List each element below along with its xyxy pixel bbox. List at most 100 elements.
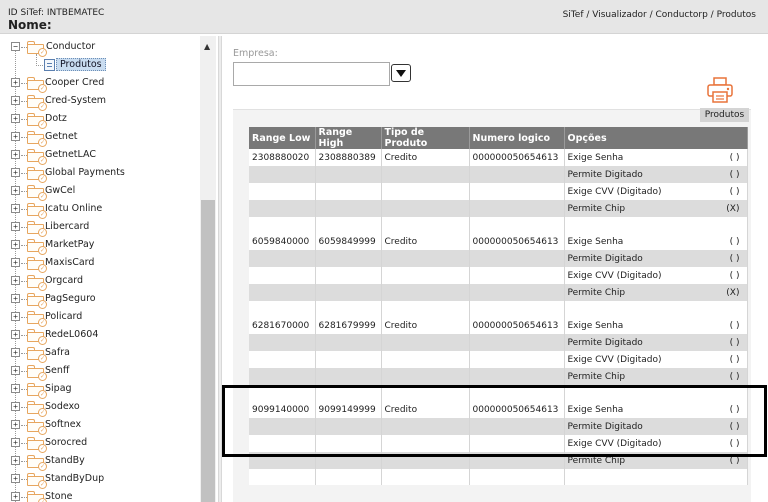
empty-cell: [315, 166, 382, 183]
expand-toggle-standby[interactable]: +: [11, 456, 20, 465]
expand-toggle-icatu-online[interactable]: +: [11, 204, 20, 213]
tree-scrollbar[interactable]: ▲: [200, 36, 216, 502]
range-high-cell: 6059849999: [315, 233, 382, 250]
expand-toggle-getnet[interactable]: +: [11, 132, 20, 141]
tree-item-cooper-cred[interactable]: Cooper Cred: [45, 77, 104, 88]
tree-item-senff[interactable]: Senff: [45, 365, 69, 376]
spacer-cell: [381, 301, 470, 317]
option-flag: ( ): [729, 320, 740, 331]
tree-item-redel0604[interactable]: RedeL0604: [45, 329, 98, 340]
tree-item-libercard[interactable]: Libercard: [45, 221, 89, 232]
conductor-collapse-toggle[interactable]: −: [11, 42, 20, 51]
empty-cell: [249, 200, 316, 217]
empty-cell: [249, 166, 316, 183]
empty-cell: [249, 334, 316, 351]
expand-toggle-cred-system[interactable]: +: [11, 96, 20, 105]
empty-cell: [249, 351, 316, 368]
expand-toggle-policard[interactable]: +: [11, 312, 20, 321]
empty-cell: [315, 334, 382, 351]
tree-item-standbydup[interactable]: StandByDup: [45, 473, 104, 484]
folder-icon: ✓: [27, 365, 47, 381]
expand-toggle-getnetlac[interactable]: +: [11, 150, 20, 159]
empty-cell: [381, 183, 470, 200]
empty-cell: [249, 250, 316, 267]
folder-icon: ✓: [27, 401, 47, 417]
tree-item-conductor[interactable]: Conductor: [46, 41, 95, 52]
tree-item-maxiscard[interactable]: MaxisCard: [45, 257, 94, 268]
expand-toggle-stone[interactable]: +: [11, 492, 20, 501]
expand-toggle-senff[interactable]: +: [11, 366, 20, 375]
scroll-thumb[interactable]: [201, 200, 215, 502]
expand-toggle-maxiscard[interactable]: +: [11, 258, 20, 267]
expand-toggle-sipag[interactable]: +: [11, 384, 20, 393]
tree-item-softnex[interactable]: Softnex: [45, 419, 81, 430]
column-header-range-high: Range High: [315, 127, 382, 149]
tipo-produto-cell: Credito: [381, 149, 470, 166]
expand-toggle-sorocred[interactable]: +: [11, 438, 20, 447]
empresa-field[interactable]: [233, 62, 390, 86]
tree-item-produtos[interactable]: Produtos: [56, 58, 106, 71]
expand-toggle-orgcard[interactable]: +: [11, 276, 20, 285]
tree-item-cred-system[interactable]: Cred-System: [45, 95, 106, 106]
column-header-opcoes: Opções: [564, 127, 748, 149]
folder-icon: ✓: [27, 275, 47, 291]
scroll-up-arrow-icon[interactable]: ▲: [204, 42, 210, 51]
expand-toggle-standbydup[interactable]: +: [11, 474, 20, 483]
empty-cell: [315, 200, 382, 217]
tree-item-getnetlac[interactable]: GetnetLAC: [45, 149, 96, 160]
tree-item-policard[interactable]: Policard: [45, 311, 82, 322]
spacer-cell: [381, 217, 470, 233]
expand-toggle-libercard[interactable]: +: [11, 222, 20, 231]
tree-item-sipag[interactable]: Sipag: [45, 383, 72, 394]
expand-toggle-redel0604[interactable]: +: [11, 330, 20, 339]
empty-cell: [315, 368, 382, 385]
tree-item-orgcard[interactable]: Orgcard: [45, 275, 83, 286]
empty-cell: [469, 250, 565, 267]
table-header-row: Range Low Range High Tipo de Produto Num…: [249, 127, 748, 149]
table-row: Permite Digitado ( ): [249, 250, 748, 267]
empty-cell: [469, 351, 565, 368]
expand-toggle-safra[interactable]: +: [11, 348, 20, 357]
tree-item-gwcel[interactable]: GwCel: [45, 185, 75, 196]
tree-item-stone[interactable]: Stone: [45, 491, 72, 502]
expand-toggle-gwcel[interactable]: +: [11, 186, 20, 195]
empty-cell: [315, 351, 382, 368]
tree-item-dotz[interactable]: Dotz: [45, 113, 67, 124]
tree-item-global-payments[interactable]: Global Payments: [45, 167, 125, 178]
empty-cell: [381, 368, 470, 385]
option-flag: ( ): [729, 186, 740, 197]
print-products-button[interactable]: Produtos: [700, 74, 750, 122]
tree-item-standby[interactable]: StandBy: [45, 455, 85, 466]
empty-cell: [315, 284, 382, 301]
empty-cell: [381, 334, 470, 351]
expand-toggle-sodexo[interactable]: +: [11, 402, 20, 411]
tree-item-pagseguro[interactable]: PagSeguro: [45, 293, 96, 304]
folder-icon: ✓: [27, 131, 47, 147]
tree-item-safra[interactable]: Safra: [45, 347, 70, 358]
option-cell: Permite Chip (X): [564, 284, 748, 301]
tree-item-marketpay[interactable]: MarketPay: [45, 239, 94, 250]
empresa-dropdown-button[interactable]: [391, 64, 411, 82]
empty-cell: [469, 200, 565, 217]
empty-cell: [469, 368, 565, 385]
folder-icon: ✓: [27, 203, 47, 219]
tree-item-getnet[interactable]: Getnet: [45, 131, 78, 142]
expand-toggle-marketpay[interactable]: +: [11, 240, 20, 249]
expand-toggle-dotz[interactable]: +: [11, 114, 20, 123]
table-row: Exige CVV (Digitado) ( ): [249, 183, 748, 200]
tree-item-icatu-online[interactable]: Icatu Online: [45, 203, 102, 214]
printer-icon: [707, 77, 733, 103]
folder-icon: ✓: [27, 473, 47, 489]
empty-cell: [381, 284, 470, 301]
option-label: Permite Chip: [567, 371, 626, 382]
tree-item-sorocred[interactable]: Sorocred: [45, 437, 87, 448]
option-flag: ( ): [729, 270, 740, 281]
expand-toggle-cooper-cred[interactable]: +: [11, 78, 20, 87]
expand-toggle-global-payments[interactable]: +: [11, 168, 20, 177]
option-cell: Permite Chip ( ): [564, 368, 748, 385]
expand-toggle-softnex[interactable]: +: [11, 420, 20, 429]
expand-toggle-pagseguro[interactable]: +: [11, 294, 20, 303]
spacer-cell: [315, 217, 382, 233]
tree-item-sodexo[interactable]: Sodexo: [45, 401, 80, 412]
breadcrumb[interactable]: SiTef / Visualizador / Conductorp / Prod…: [563, 10, 756, 20]
